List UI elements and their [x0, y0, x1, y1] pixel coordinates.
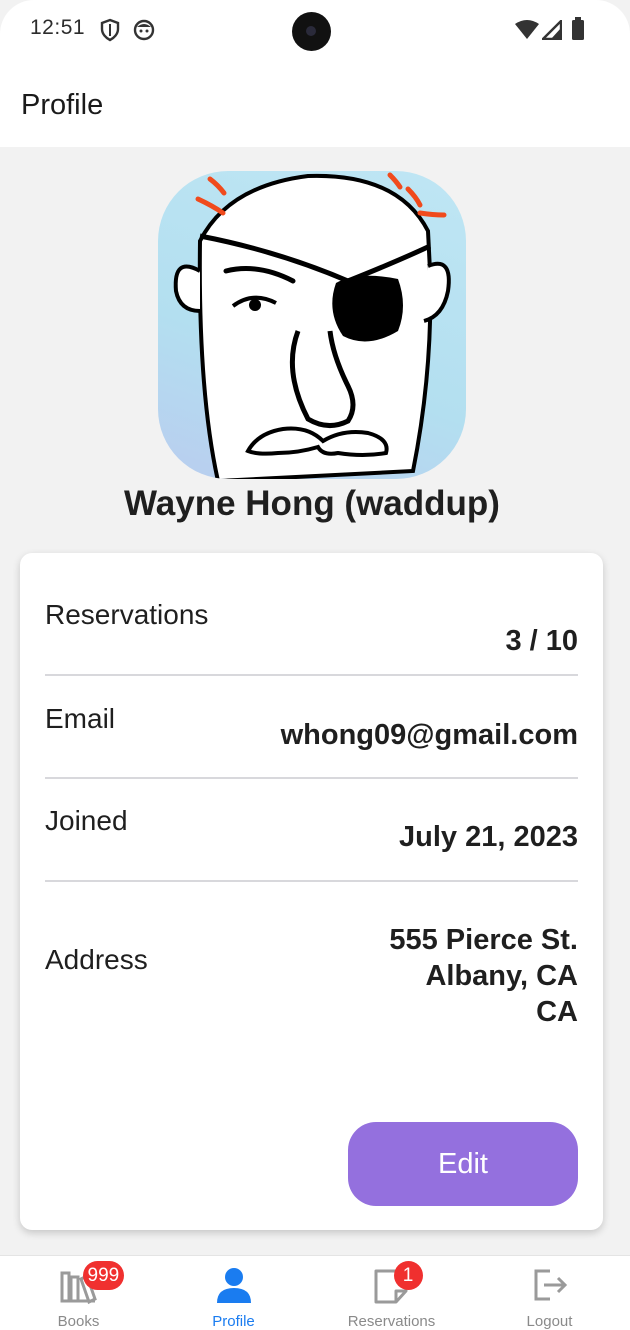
address-label: Address: [45, 944, 148, 975]
address-line-2: Albany, CA: [425, 960, 578, 992]
logout-icon: [530, 1265, 570, 1305]
joined-label: Joined: [45, 805, 128, 836]
person-icon: [214, 1265, 254, 1305]
address-line-3: CA: [536, 996, 578, 1028]
nav-label-logout: Logout: [526, 1313, 573, 1330]
nav-item-reservations[interactable]: 1 Reservations: [313, 1256, 470, 1330]
nav-item-books[interactable]: 999 Books: [0, 1256, 157, 1330]
divider: [45, 777, 578, 779]
app-notification-icon: [133, 19, 155, 41]
battery-icon: [572, 17, 584, 40]
email-label: Email: [45, 703, 116, 734]
nav-label-reservations: Reservations: [347, 1313, 436, 1330]
divider: [45, 674, 578, 676]
profile-name: Wayne Hong (waddup): [124, 484, 500, 523]
page-title: Profile: [21, 89, 104, 121]
bottom-navigation: 999 Books Profile 1 Reservations Logout: [0, 1255, 630, 1330]
app-screen: 12:51 Profile Wayne Hong (waddup) Reserv…: [0, 0, 630, 1330]
app-bar: Profile: [0, 62, 630, 147]
avatar: [158, 171, 466, 479]
edit-button[interactable]: Edit: [348, 1122, 578, 1206]
avatar-face-drawing: [173, 172, 451, 479]
cellular-signal-icon: [542, 20, 562, 40]
books-badge: 999: [82, 1261, 125, 1290]
reservations-badge: 1: [393, 1261, 423, 1290]
nav-item-profile[interactable]: Profile: [155, 1256, 312, 1330]
divider: [45, 880, 578, 882]
address-line-1: 555 Pierce St.: [389, 924, 578, 956]
profile-details-card: Reservations 3 / 10 Email whong09@gmail.…: [20, 553, 603, 1230]
shield-icon: [100, 18, 120, 42]
status-time: 12:51: [30, 16, 86, 39]
joined-value: July 21, 2023: [399, 821, 578, 853]
reservations-label: Reservations: [45, 599, 209, 630]
nav-item-logout[interactable]: Logout: [471, 1256, 628, 1330]
status-bar: 12:51: [0, 0, 630, 62]
books-icon: 999: [59, 1261, 125, 1305]
note-icon: 1: [372, 1261, 423, 1305]
front-camera: [292, 12, 331, 51]
address-value: 555 Pierce St. Albany, CA CA: [389, 922, 578, 1030]
nav-label-books: Books: [57, 1313, 100, 1330]
wifi-icon: [515, 20, 539, 39]
nav-label-profile: Profile: [212, 1313, 255, 1330]
email-value: whong09@gmail.com: [280, 719, 578, 751]
reservations-value: 3 / 10: [505, 625, 578, 657]
